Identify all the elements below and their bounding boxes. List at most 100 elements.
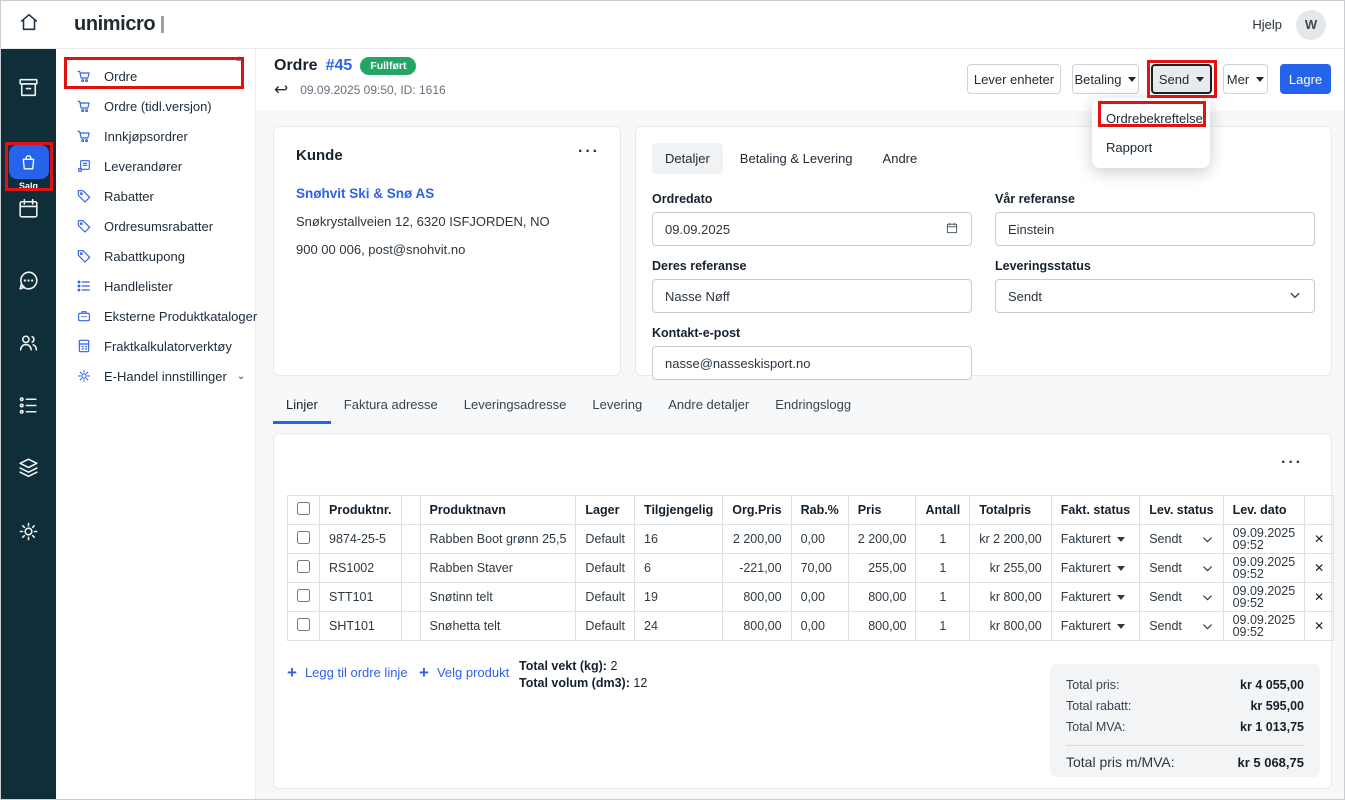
layers-icon[interactable] [1,455,56,480]
delete-row-button[interactable]: ✕ [1314,561,1324,575]
delete-row-button[interactable]: ✕ [1314,532,1324,546]
tab-levering[interactable]: Levering [579,389,655,424]
cell-rab[interactable]: 0,00 [791,525,848,554]
fakt-status-dropdown[interactable]: Fakturert [1061,561,1130,575]
tab-linjer[interactable]: Linjer [273,389,331,424]
order-lines-table: Produktnr. Produktnavn Lager Tilgjengeli… [287,495,1334,641]
cell-orgpris[interactable]: 800,00 [723,612,791,641]
cell-antall[interactable]: 1 [916,583,970,612]
lev-status-select[interactable]: Sendt [1149,619,1213,633]
choose-product-button[interactable]: + Velg produkt [419,664,509,681]
tab-leveringsadresse[interactable]: Leveringsadresse [451,389,580,424]
lev-status-select[interactable]: Sendt [1149,561,1213,575]
row-checkbox[interactable] [297,618,310,631]
cell-rab[interactable]: 0,00 [791,583,848,612]
cell-lager[interactable]: Default [576,612,635,641]
cell-rab[interactable]: 70,00 [791,554,848,583]
sidebar-item-innkjopsordrer[interactable]: Innkjøpsordrer [56,121,255,151]
cell-pris[interactable]: 800,00 [848,612,916,641]
sidebar-item-eksterne-produktkataloger[interactable]: Eksterne Produktkataloger [56,301,255,331]
cell-produktnavn[interactable]: Rabben Boot grønn 25,5 [420,525,576,554]
tab-andre[interactable]: Andre [870,143,931,174]
menu-item-ordrebekreftelse[interactable]: Ordrebekreftelse [1092,104,1210,133]
cell-lager[interactable]: Default [576,583,635,612]
order-number[interactable]: #45 [326,57,353,75]
add-order-line-button[interactable]: + Legg til ordre linje [287,664,408,681]
cell-produktnr[interactable]: STT101 [320,583,402,612]
payment-button[interactable]: Betaling [1072,64,1139,94]
cell-rab[interactable]: 0,00 [791,612,848,641]
tag-icon [76,188,92,204]
sidebar-item-salg[interactable]: Salg [8,145,49,191]
cell-produktnr[interactable]: SHT101 [320,612,402,641]
calendar-icon[interactable] [1,196,56,221]
cell-lager[interactable]: Default [576,554,635,583]
salg-label: Salg [19,181,38,191]
customer-menu-button[interactable]: ··· [578,147,600,157]
cell-orgpris[interactable]: 800,00 [723,583,791,612]
send-button[interactable]: Send [1151,64,1212,94]
cell-antall[interactable]: 1 [916,554,970,583]
select-all-checkbox[interactable] [297,502,310,515]
cell-orgpris[interactable]: -221,00 [723,554,791,583]
user-avatar[interactable]: W [1296,10,1326,40]
sidebar-item-fraktkalkulatorverktoy[interactable]: Fraktkalkulatorverktøy [56,331,255,361]
sidebar-item-ordre-tidl-versjon[interactable]: Ordre (tidl.versjon) [56,91,255,121]
cell-produktnr[interactable]: RS1002 [320,554,402,583]
sidebar-item-ordresumsrabatter[interactable]: Ordresumsrabatter [56,211,255,241]
cell-antall[interactable]: 1 [916,612,970,641]
back-arrow-icon[interactable]: ↩ [274,81,288,98]
cell-pris[interactable]: 800,00 [848,583,916,612]
lev-status-select[interactable]: Sendt [1149,532,1213,546]
tab-faktura-adresse[interactable]: Faktura adresse [331,389,451,424]
calendar-icon[interactable] [945,221,959,238]
more-button[interactable]: Mer [1223,64,1268,94]
contacts-icon[interactable] [1,330,56,355]
tab-endringslogg[interactable]: Endringslogg [762,389,864,424]
leveringsstatus-select[interactable]: Sendt [995,279,1315,313]
deliver-units-button[interactable]: Lever enheter [967,64,1061,94]
cell-pris[interactable]: 255,00 [848,554,916,583]
cell-produktnavn[interactable]: Snøhetta telt [420,612,576,641]
row-checkbox[interactable] [297,531,310,544]
var-referanse-input[interactable]: Einstein [995,212,1315,246]
sidebar-item-handlelister[interactable]: Handlelister [56,271,255,301]
chat-icon[interactable] [1,268,56,293]
list-icon[interactable] [1,393,56,418]
row-checkbox[interactable] [297,560,310,573]
tab-betaling-levering[interactable]: Betaling & Levering [727,143,866,174]
gear-icon[interactable] [1,519,56,544]
tab-andre-detaljer[interactable]: Andre detaljer [655,389,762,424]
kontakt-epost-input[interactable]: nasse@nasseskisport.no [652,346,972,380]
home-button[interactable] [1,11,56,38]
cell-pris[interactable]: 2 200,00 [848,525,916,554]
sidebar-item-ordre[interactable]: Ordre [56,61,255,91]
lev-status-select[interactable]: Sendt [1149,590,1213,604]
delete-row-button[interactable]: ✕ [1314,590,1324,604]
customer-name-link[interactable]: Snøhvit Ski & Snø AS [296,186,598,201]
cell-produktnavn[interactable]: Rabben Staver [420,554,576,583]
tab-detaljer[interactable]: Detaljer [652,143,723,174]
delete-row-button[interactable]: ✕ [1314,619,1324,633]
cell-lager[interactable]: Default [576,525,635,554]
sidebar-item-rabatter[interactable]: Rabatter [56,181,255,211]
fakt-status-dropdown[interactable]: Fakturert [1061,619,1130,633]
fakt-status-dropdown[interactable]: Fakturert [1061,590,1130,604]
customer-card: Kunde ··· Snøhvit Ski & Snø AS Snøkrysta… [273,126,621,376]
cell-produktnr[interactable]: 9874-25-5 [320,525,402,554]
sidebar-item-ehandel-innstillinger[interactable]: E-Handel innstillinger ⌄ [56,361,255,391]
sidebar-item-leverandorer[interactable]: Leverandører [56,151,255,181]
menu-item-rapport[interactable]: Rapport [1092,133,1210,162]
archive-icon[interactable] [1,75,56,100]
help-link[interactable]: Hjelp [1252,17,1282,32]
ordredato-input[interactable]: 09.09.2025 [652,212,972,246]
save-button[interactable]: Lagre [1280,64,1331,94]
sidebar-item-rabattkupong[interactable]: Rabattkupong [56,241,255,271]
lines-menu-button[interactable]: ··· [1281,458,1303,468]
fakt-status-dropdown[interactable]: Fakturert [1061,532,1130,546]
deres-referanse-input[interactable]: Nasse Nøff [652,279,972,313]
row-checkbox[interactable] [297,589,310,602]
cell-antall[interactable]: 1 [916,525,970,554]
cell-produktnavn[interactable]: Snøtinn telt [420,583,576,612]
cell-orgpris[interactable]: 2 200,00 [723,525,791,554]
